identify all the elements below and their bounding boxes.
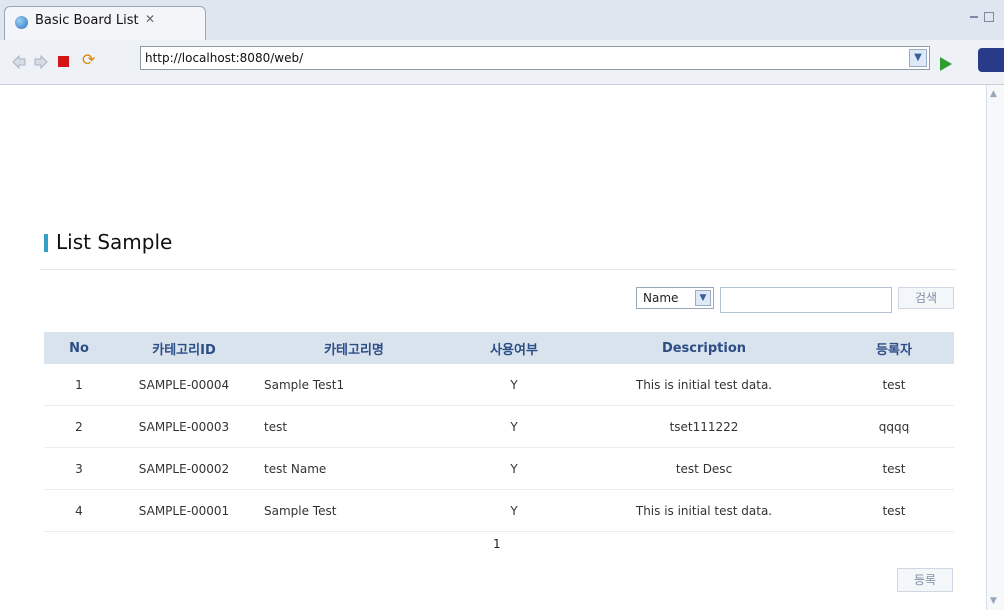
url-bar[interactable]: http://localhost:8080/web/ ▼ bbox=[140, 46, 930, 70]
row-description: test Desc bbox=[574, 447, 834, 490]
row-category-name: Sample Test bbox=[254, 489, 454, 532]
title-accent-bar bbox=[44, 234, 48, 252]
table-header-row: No 카테고리ID 카테고리명 사용여부 Description 등록자 bbox=[44, 332, 954, 364]
header-no: No bbox=[44, 332, 114, 364]
row-registrant: test bbox=[834, 364, 954, 406]
row-category-name: test Name bbox=[254, 447, 454, 490]
search-input[interactable] bbox=[720, 287, 892, 313]
maximize-icon[interactable] bbox=[984, 12, 994, 22]
table-row[interactable]: 2 SAMPLE-00003 test Y tset111222 qqqq bbox=[44, 405, 954, 448]
chevron-down-icon[interactable]: ▼ bbox=[695, 290, 711, 306]
header-usage: 사용여부 bbox=[454, 332, 574, 364]
search-field-select[interactable]: Name ▼ bbox=[636, 287, 714, 309]
globe-icon bbox=[15, 16, 28, 29]
row-usage: Y bbox=[454, 447, 574, 490]
refresh-icon[interactable]: ⟳ bbox=[82, 50, 96, 69]
tab-title: Basic Board List bbox=[35, 13, 139, 28]
tab-basic-board-list[interactable]: Basic Board List ✕ bbox=[4, 6, 206, 41]
tab-bar: Basic Board List ✕ bbox=[0, 0, 1004, 41]
row-category-name: test bbox=[254, 405, 454, 448]
row-category-id[interactable]: SAMPLE-00001 bbox=[114, 489, 254, 532]
row-usage: Y bbox=[454, 405, 574, 448]
pagination-current[interactable]: 1 bbox=[493, 537, 501, 551]
chevron-down-icon[interactable]: ▼ bbox=[909, 49, 927, 67]
table-row[interactable]: 3 SAMPLE-00002 test Name Y test Desc tes… bbox=[44, 447, 954, 490]
window-controls bbox=[970, 12, 996, 22]
back-arrow-icon[interactable] bbox=[12, 55, 26, 69]
scroll-up-icon[interactable]: ▲ bbox=[990, 89, 997, 99]
register-button[interactable]: 등록 bbox=[897, 568, 953, 592]
row-category-id[interactable]: SAMPLE-00004 bbox=[114, 364, 254, 406]
row-no: 1 bbox=[44, 364, 114, 406]
row-no: 2 bbox=[44, 405, 114, 448]
row-registrant: test bbox=[834, 447, 954, 490]
search-select-value: Name bbox=[643, 291, 679, 305]
url-text: http://localhost:8080/web/ bbox=[145, 51, 304, 65]
row-description: This is initial test data. bbox=[574, 364, 834, 406]
row-category-id[interactable]: SAMPLE-00002 bbox=[114, 447, 254, 490]
vertical-scrollbar[interactable]: ▲ ▼ bbox=[986, 85, 1004, 610]
header-category-name: 카테고리명 bbox=[254, 332, 454, 364]
browser-menu-icon[interactable] bbox=[978, 48, 1004, 72]
header-category-id: 카테고리ID bbox=[114, 332, 254, 364]
header-registrant: 등록자 bbox=[834, 332, 954, 364]
row-registrant: qqqq bbox=[834, 405, 954, 448]
row-usage: Y bbox=[454, 364, 574, 406]
row-registrant: test bbox=[834, 489, 954, 532]
forward-arrow-icon[interactable] bbox=[34, 55, 48, 69]
row-category-name: Sample Test1 bbox=[254, 364, 454, 406]
board-table: No 카테고리ID 카테고리명 사용여부 Description 등록자 1 S… bbox=[44, 332, 954, 532]
scroll-down-icon[interactable]: ▼ bbox=[990, 596, 997, 606]
stop-icon[interactable] bbox=[58, 56, 69, 67]
row-category-id[interactable]: SAMPLE-00003 bbox=[114, 405, 254, 448]
minimize-icon[interactable] bbox=[970, 16, 978, 18]
page-title: List Sample bbox=[56, 230, 173, 254]
search-button[interactable]: 검색 bbox=[898, 287, 954, 309]
row-description: tset111222 bbox=[574, 405, 834, 448]
title-divider bbox=[40, 269, 956, 270]
table-row[interactable]: 1 SAMPLE-00004 Sample Test1 Y This is in… bbox=[44, 364, 954, 406]
tab-close-icon[interactable]: ✕ bbox=[145, 12, 155, 26]
row-usage: Y bbox=[454, 489, 574, 532]
row-no: 3 bbox=[44, 447, 114, 490]
table-row[interactable]: 4 SAMPLE-00001 Sample Test Y This is ini… bbox=[44, 489, 954, 532]
row-no: 4 bbox=[44, 489, 114, 532]
go-icon[interactable] bbox=[940, 57, 952, 71]
header-description: Description bbox=[574, 332, 834, 364]
row-description: This is initial test data. bbox=[574, 489, 834, 532]
